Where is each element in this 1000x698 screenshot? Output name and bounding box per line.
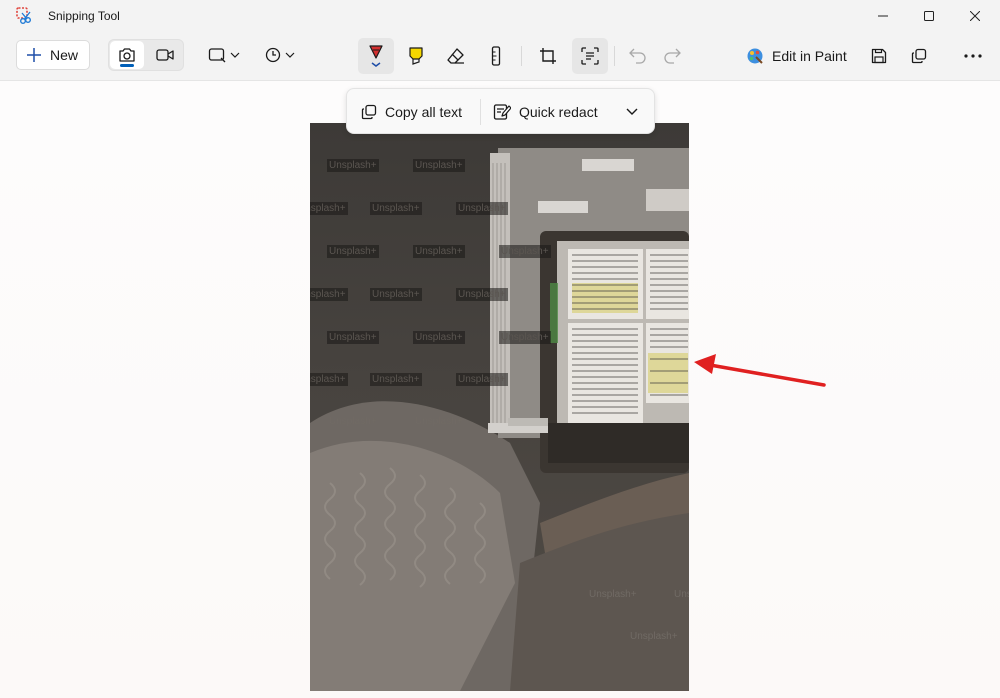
text-actions-separator [480, 99, 481, 125]
watermark-text: Unsplash+ [413, 159, 465, 172]
quick-redact-label: Quick redact [519, 104, 598, 120]
watermark-text: Unsplash+ [456, 288, 508, 301]
redo-button[interactable] [656, 41, 688, 71]
rectangle-snip-icon [208, 48, 226, 63]
watermark-text: Unsplash+ [589, 589, 637, 600]
screenshot-mode-button[interactable] [110, 41, 144, 69]
redact-options-dropdown[interactable] [617, 97, 647, 127]
watermark-text: Unsplash+ [630, 631, 678, 642]
watermark-text: Unsplash+ [370, 288, 422, 301]
watermark-text: Unsplash+ [456, 373, 508, 386]
edit-in-paint-button[interactable]: Edit in Paint [742, 41, 856, 71]
maximize-icon [924, 11, 934, 21]
watermark-text: Unsplash+ [310, 288, 348, 301]
more-options-icon [964, 54, 982, 58]
ruler-icon [491, 46, 501, 66]
eraser-button[interactable] [440, 41, 472, 71]
crop-button[interactable] [532, 41, 564, 71]
see-more-button[interactable] [956, 41, 990, 71]
undo-icon [629, 48, 646, 64]
video-mode-button[interactable] [148, 41, 182, 69]
video-camera-icon [156, 49, 174, 61]
ballpoint-pen-button[interactable] [358, 38, 394, 74]
watermark-text: Unsplash+ [456, 202, 508, 215]
copy-icon [911, 48, 927, 64]
watermark-text: Unsplash+ [329, 416, 377, 427]
eraser-icon [447, 48, 464, 64]
snipping-area-dropdown[interactable] [204, 42, 244, 68]
toolbar-separator [614, 46, 615, 66]
watermark-text: Unsplash+ [310, 202, 348, 215]
red-arrow-annotation [694, 354, 826, 387]
close-icon [970, 11, 980, 21]
save-icon [871, 48, 887, 64]
watermark-text: Unsplash+ [499, 331, 551, 344]
close-button[interactable] [952, 0, 998, 32]
chevron-down-icon [626, 108, 638, 115]
text-actions-button[interactable] [572, 38, 608, 74]
snipping-tool-app-icon [16, 7, 31, 24]
copy-all-text-button[interactable]: Copy all text [361, 97, 462, 127]
toolbar-separator [521, 46, 522, 66]
paint-app-icon [747, 48, 763, 64]
edit-in-paint-label: Edit in Paint [772, 48, 847, 64]
ballpoint-pen-icon [369, 45, 383, 67]
toolbar: New Edit in Paint [0, 32, 1000, 81]
save-button[interactable] [864, 41, 894, 71]
highlighter-button[interactable] [400, 41, 432, 71]
chevron-down-icon [230, 52, 240, 58]
watermark-text: Unsplash+ [370, 202, 422, 215]
watermark-text: Unsplash+ [415, 416, 463, 427]
text-actions-icon [581, 47, 599, 65]
crop-icon [540, 48, 556, 64]
undo-button[interactable] [622, 41, 654, 71]
watermark-text: Unsplash+ [674, 589, 689, 600]
maximize-button[interactable] [906, 0, 952, 32]
watermark-text: Unsplash+ [327, 159, 379, 172]
watermark-text: Unsplash+ [413, 245, 465, 258]
window-title: Snipping Tool [48, 9, 120, 23]
quick-redact-button[interactable]: Quick redact [493, 97, 598, 127]
new-button[interactable]: New [16, 40, 90, 70]
watermark-text: Unsplash+ [327, 331, 379, 344]
minimize-icon [878, 15, 888, 17]
active-mode-indicator [120, 64, 134, 67]
copy-button[interactable] [904, 41, 934, 71]
camera-icon [119, 48, 135, 62]
watermark-text: Unsplash+ [413, 331, 465, 344]
watermark-text: Unsplash+ [310, 373, 348, 386]
copy-icon [361, 104, 377, 120]
copy-all-text-label: Copy all text [385, 104, 463, 120]
title-bar: Snipping Tool [0, 0, 1000, 32]
ruler-button[interactable] [480, 41, 512, 71]
chevron-down-icon [285, 52, 295, 58]
redo-icon [664, 48, 681, 64]
watermark-text: Unsplash+ [327, 245, 379, 258]
minimize-button[interactable] [860, 0, 906, 32]
delay-dropdown[interactable] [260, 42, 300, 68]
redact-pen-icon [493, 104, 511, 120]
captured-screenshot[interactable]: Unsplash+ Unsplash+ Unsplash+ Unsplash+ … [310, 123, 689, 691]
highlighter-icon [409, 47, 423, 65]
text-actions-bar: Copy all text Quick redact [346, 88, 655, 134]
watermark-text: Unsplash+ [499, 245, 551, 258]
watermark-text: Unsplash+ [370, 373, 422, 386]
clock-icon [265, 47, 281, 63]
new-button-label: New [50, 47, 79, 63]
plus-icon [27, 48, 41, 62]
